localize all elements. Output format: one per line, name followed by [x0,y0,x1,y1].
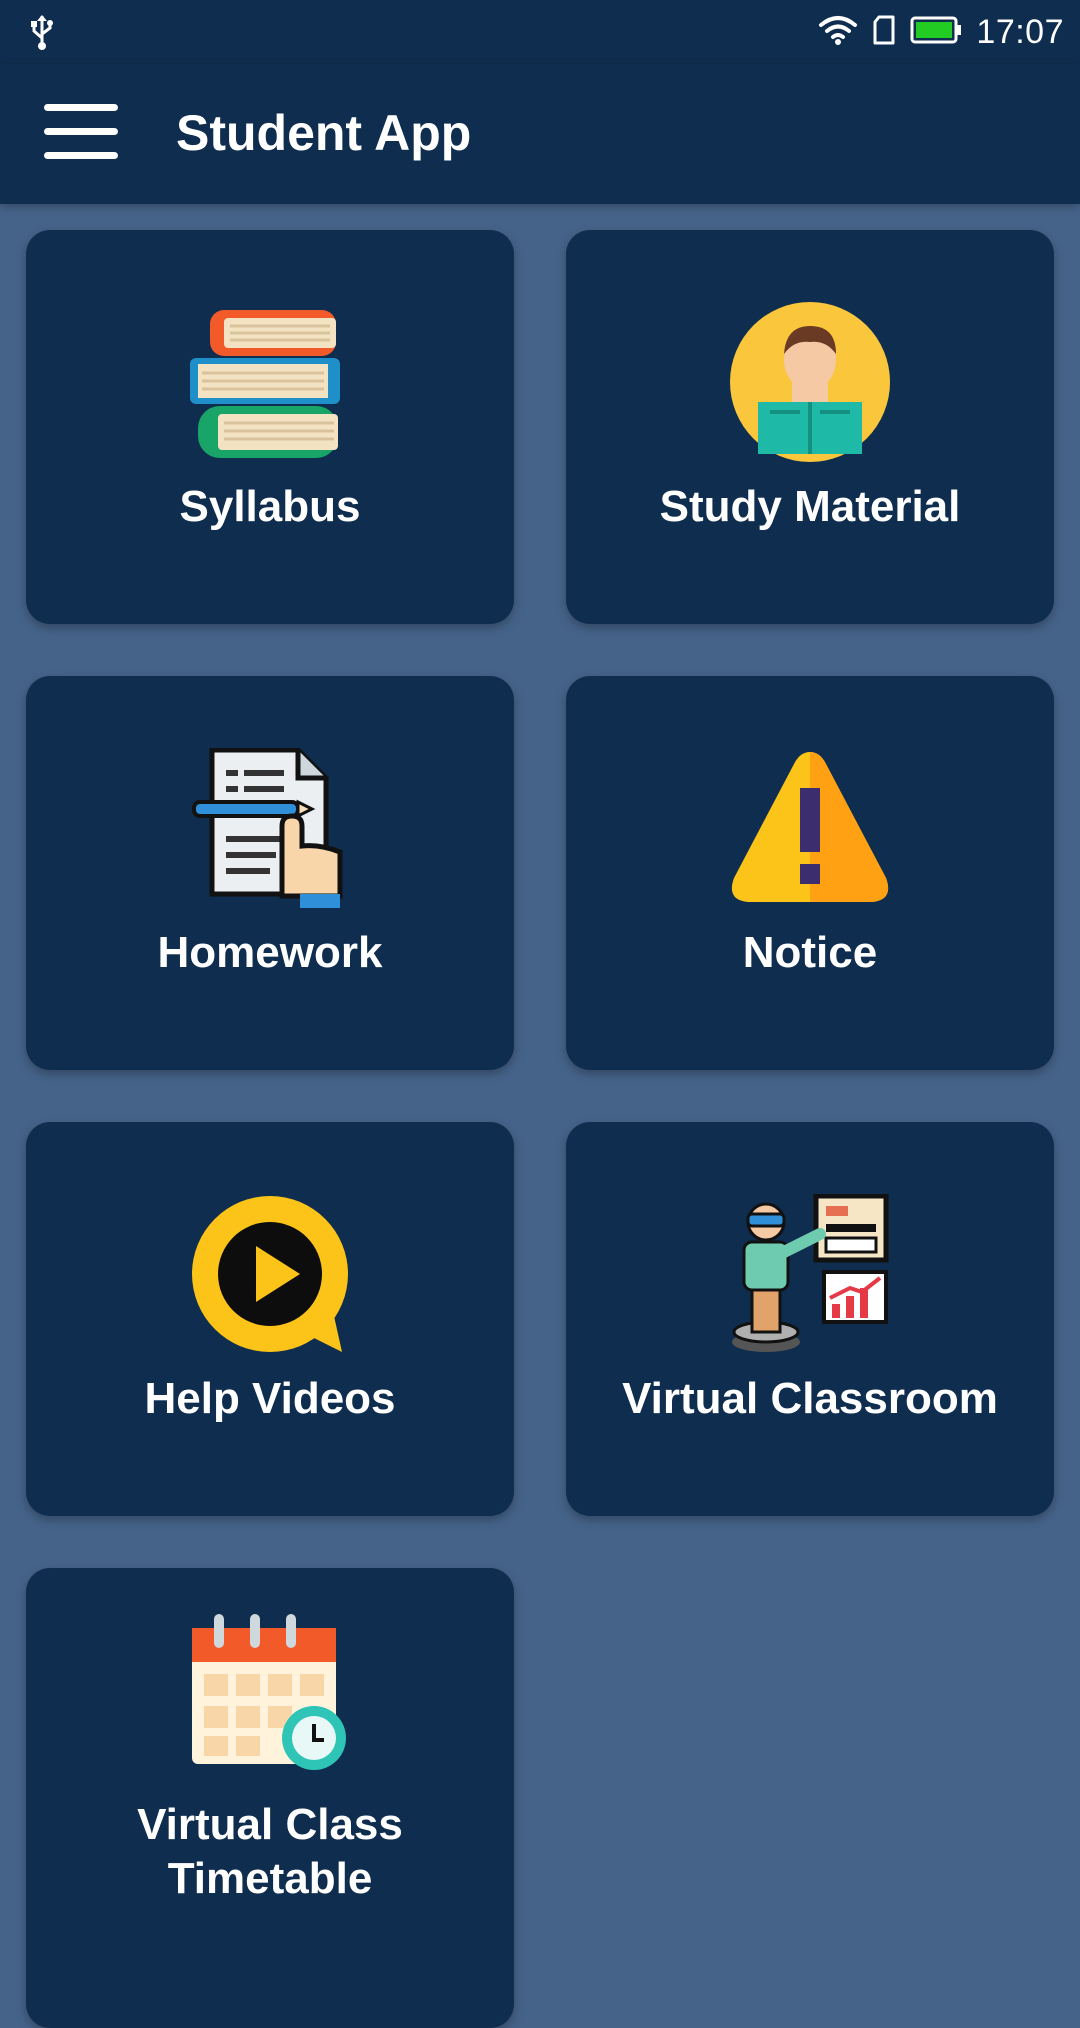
status-bar: 17:07 [0,0,1080,64]
sim-card-icon [872,15,896,50]
tile-virtual-classroom[interactable]: Virtual Classroom [566,1122,1054,1516]
tile-help-videos[interactable]: Help Videos [26,1122,514,1516]
books-icon [190,302,350,462]
tile-label: Virtual Class Timetable [137,1800,403,1903]
tile-label: Notice [742,928,878,977]
tile-label: Help Videos [144,1374,396,1423]
battery-icon [910,15,962,50]
app-title: Student App [176,105,472,161]
hamburger-icon [44,104,118,111]
homework-document-icon [190,747,350,908]
warning-icon [730,748,890,908]
tile-homework[interactable]: Homework [26,676,514,1070]
tile-label: Homework [157,928,383,977]
usb-icon [28,14,56,55]
menu-button[interactable] [44,104,118,164]
tile-notice[interactable]: Notice [566,676,1054,1070]
tile-label: Virtual Classroom [622,1374,998,1423]
play-video-icon [190,1194,350,1354]
tile-label: Study Material [659,482,961,531]
tile-label: Syllabus [179,482,361,531]
teacher-board-icon [730,1193,890,1354]
app-bar: Student App [0,64,1080,204]
tile-syllabus[interactable]: Syllabus [26,230,514,624]
wifi-icon [818,14,858,51]
tile-virtual-class-timetable[interactable]: Virtual Class Timetable [26,1568,514,2028]
status-time: 17:07 [976,12,1064,51]
tile-study-material[interactable]: Study Material [566,230,1054,624]
student-reading-icon [730,302,890,462]
calendar-clock-icon [190,1612,350,1772]
